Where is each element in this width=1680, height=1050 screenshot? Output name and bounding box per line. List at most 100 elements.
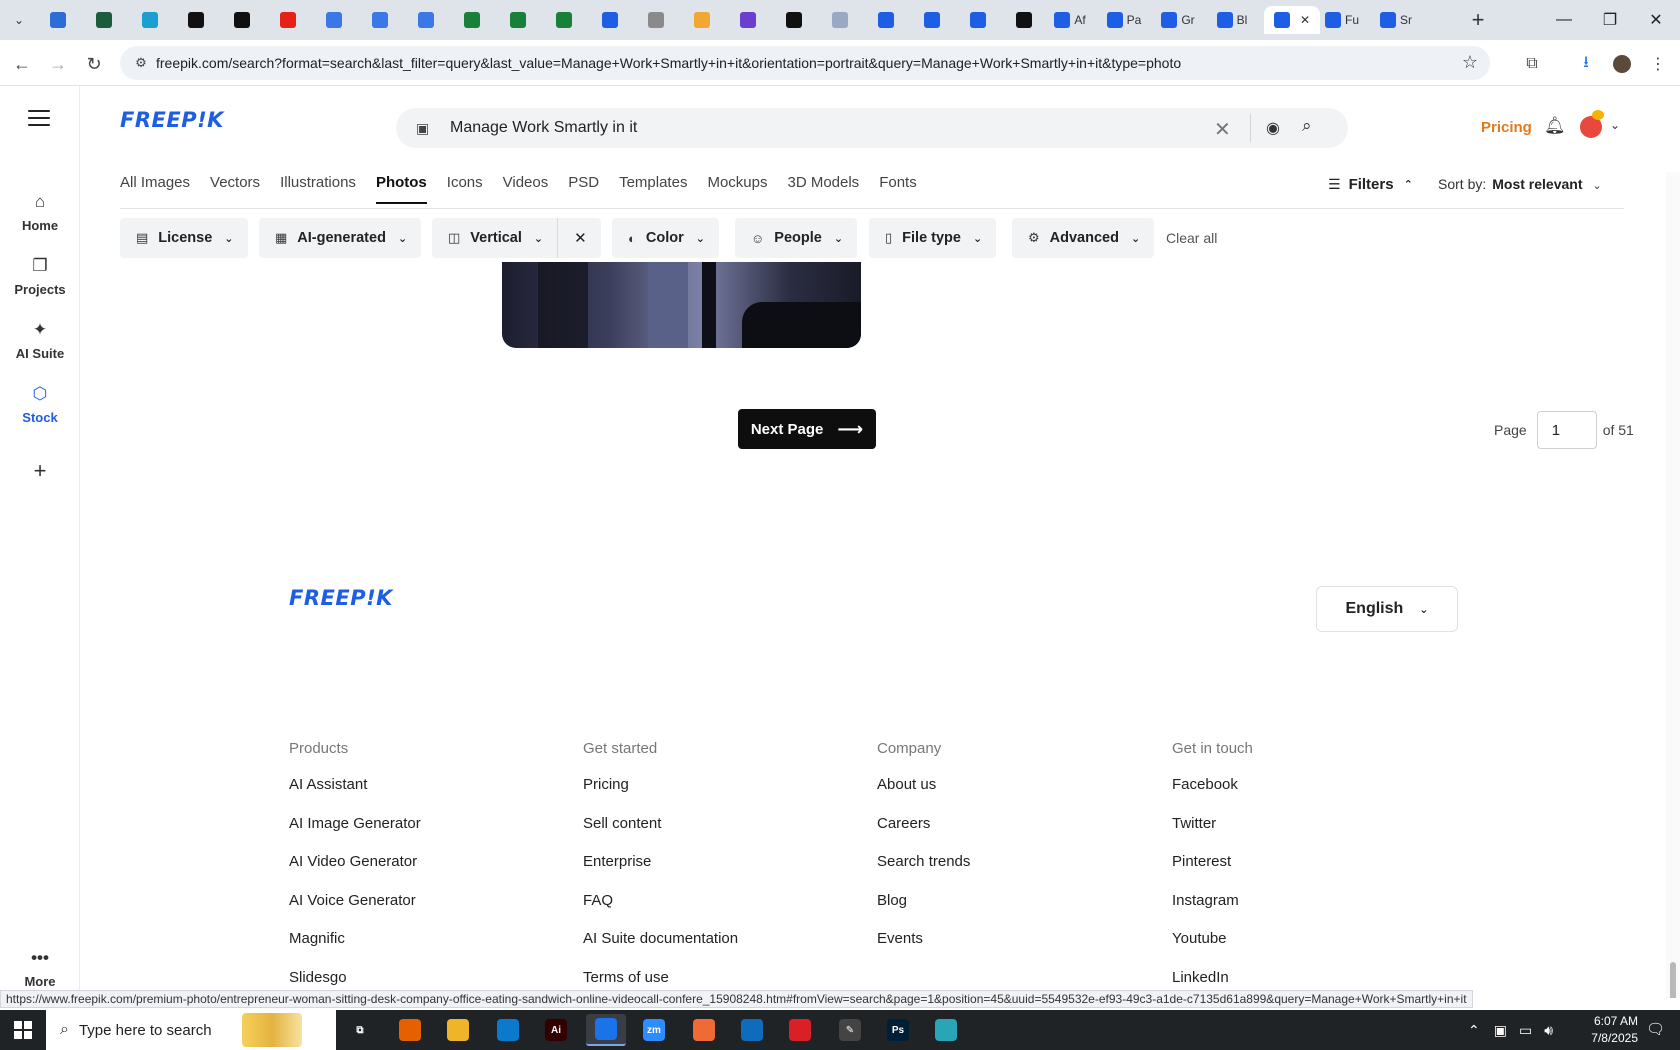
result-photo-thumbnail[interactable] [502,262,861,348]
browser-tab[interactable]: Gr [1156,6,1200,34]
footer-link[interactable]: AI Assistant [289,776,421,815]
scrollbar-thumb[interactable] [1670,962,1676,998]
filter-ai-generated[interactable]: ▦ AI-generated ⌄ [259,218,422,258]
firefox-icon[interactable] [390,1014,430,1046]
footer-link[interactable]: Youtube [1172,930,1253,969]
photoshop-icon[interactable]: Ps [878,1014,918,1046]
footer-link[interactable]: AI Image Generator [289,815,421,854]
chrome-icon[interactable] [586,1014,626,1046]
close-window-icon[interactable]: ✕ [1634,4,1678,36]
footer-link[interactable]: AI Suite documentation [583,930,738,969]
footer-link[interactable]: Careers [877,815,970,854]
browser-tab[interactable] [588,6,632,34]
browser-tab[interactable] [864,6,908,34]
browser-tab[interactable] [956,6,1000,34]
browser-tab[interactable]: Fu [1320,6,1364,34]
browser-tab[interactable] [450,6,494,34]
search-icon[interactable]: ⌕ [1302,116,1312,136]
footer-link[interactable]: Twitter [1172,815,1253,854]
footer-link[interactable]: AI Video Generator [289,853,421,892]
extensions-icon[interactable]: ⧉ [1520,52,1544,76]
browser-tab[interactable] [128,6,172,34]
browser-tab[interactable] [634,6,678,34]
tab-icons[interactable]: Icons [447,168,483,204]
security-icon[interactable]: ▣ [1494,1022,1507,1039]
tab-fonts[interactable]: Fonts [879,168,917,204]
add-icon[interactable]: + [0,458,80,484]
pen-tool-icon[interactable]: ✎ [830,1014,870,1046]
task-view-icon[interactable]: ⧉ [340,1014,380,1046]
browser-tab[interactable] [358,6,402,34]
filter-color[interactable]: ◐ Color ⌄ [612,218,719,258]
file-explorer-icon[interactable] [438,1014,478,1046]
footer-freepik-logo[interactable]: FREEP!K [289,586,393,610]
app-teal-icon[interactable] [926,1014,966,1046]
tab-search-chevron-icon[interactable]: ⌄ [6,8,32,32]
browser-tab[interactable] [910,6,954,34]
footer-link[interactable]: Magnific [289,930,421,969]
tab-mockups[interactable]: Mockups [707,168,767,204]
footer-link[interactable]: AI Voice Generator [289,892,421,931]
clear-all-filters[interactable]: Clear all [1166,230,1217,246]
nav-stock[interactable]: ⬡ Stock [0,384,80,425]
tab-psd[interactable]: PSD [568,168,599,204]
vscode-icon[interactable] [488,1014,528,1046]
footer-link[interactable]: Events [877,930,970,969]
windows-start-icon[interactable] [0,1010,46,1050]
illustrator-icon[interactable]: Ai [536,1014,576,1046]
footer-link[interactable]: Instagram [1172,892,1253,931]
search-input[interactable] [450,119,1210,137]
browser-tab[interactable] [266,6,310,34]
chevron-down-icon[interactable]: ⌄ [1610,118,1620,132]
forward-icon[interactable]: → [44,50,72,78]
browser-tab[interactable] [680,6,724,34]
minimize-icon[interactable]: — [1542,4,1586,36]
back-icon[interactable]: ← [8,50,36,78]
filter-file-type[interactable]: ▯ File type ⌄ [869,218,997,258]
browser-menu-icon[interactable]: ⋮ [1646,52,1670,76]
footer-link[interactable]: FAQ [583,892,738,931]
sort-dropdown[interactable]: Sort by: Most relevant ⌄ [1438,176,1602,192]
zoom-icon[interactable]: zm [634,1014,674,1046]
next-page-button[interactable]: Next Page ⟶ [738,409,876,449]
app-orange-icon[interactable] [684,1014,724,1046]
browser-tab[interactable]: Bl [1210,6,1254,34]
footer-link[interactable]: Enterprise [583,853,738,892]
hamburger-menu-icon[interactable] [28,110,50,128]
browser-tab[interactable]: Sr [1374,6,1418,34]
footer-link[interactable]: Search trends [877,853,970,892]
browser-tab[interactable] [818,6,862,34]
network-icon[interactable]: ▭ [1519,1022,1532,1039]
taskbar-clock[interactable]: 6:07 AM 7/8/2025 [1574,1013,1638,1047]
browser-tab[interactable] [726,6,770,34]
nav-projects[interactable]: ❐ Projects [0,256,80,297]
browser-tab[interactable]: Pa [1102,6,1146,34]
browser-tab[interactable] [542,6,586,34]
filter-vertical[interactable]: ◫ Vertical ⌄ ✕ [432,218,601,258]
browser-tab[interactable] [312,6,356,34]
reload-icon[interactable]: ↻ [80,50,108,78]
browser-tab[interactable]: Af [1048,6,1092,34]
footer-link[interactable]: Pinterest [1172,853,1253,892]
browser-tab[interactable]: ✕ [1264,6,1320,34]
nav-home[interactable]: ⌂ Home [0,192,80,233]
restore-icon[interactable]: ❐ [1588,4,1632,36]
language-select[interactable]: English ⌄ [1316,586,1458,632]
tab-3d-models[interactable]: 3D Models [787,168,859,204]
browser-tab[interactable] [404,6,448,34]
volume-icon[interactable]: 🔊︎ [1544,1022,1553,1039]
tab-videos[interactable]: Videos [503,168,549,204]
chevron-up-icon[interactable]: ⌃ [1468,1022,1480,1039]
clear-search-icon[interactable]: ✕ [1214,117,1231,142]
browser-tab[interactable] [772,6,816,34]
notifications-icon[interactable]: 🗨︎ [1646,1020,1665,1038]
tab-all-images[interactable]: All Images [120,168,190,204]
pricing-link[interactable]: Pricing [1481,119,1532,136]
browser-tab[interactable] [82,6,126,34]
camera-icon[interactable]: ◉ [1266,118,1280,138]
browser-tab[interactable] [496,6,540,34]
footer-link[interactable]: Sell content [583,815,738,854]
nav-more[interactable]: ••• More [0,948,80,989]
tab-photos[interactable]: Photos [375,168,427,204]
download-icon[interactable]: ⭳ [1574,52,1598,76]
